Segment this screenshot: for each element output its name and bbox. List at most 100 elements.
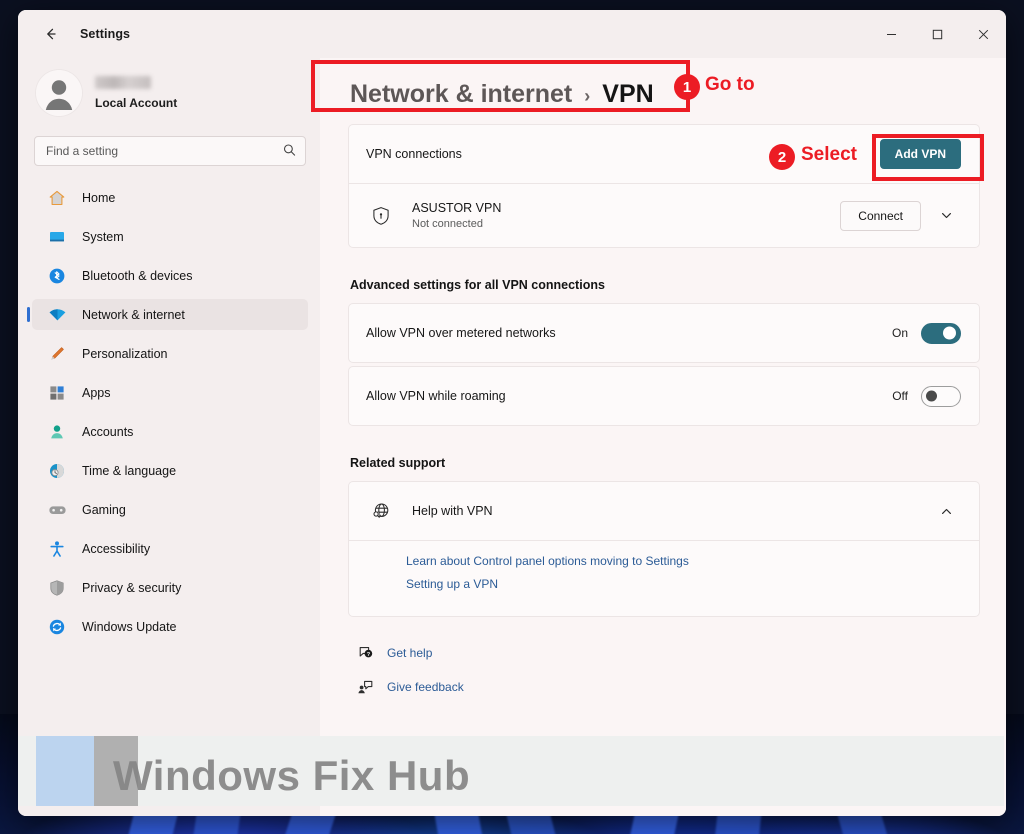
minimize-icon	[886, 33, 896, 35]
sidebar-item-label: Bluetooth & devices	[82, 268, 193, 283]
sidebar-nav: Home System Bluetooth & devices Network …	[27, 180, 308, 642]
breadcrumb-parent[interactable]: Network & internet	[350, 80, 572, 109]
chevron-up-icon[interactable]	[931, 496, 961, 526]
search-box[interactable]	[34, 136, 306, 166]
sidebar-item-privacy-security[interactable]: Privacy & security	[32, 572, 308, 603]
settings-window: Settings Local Account Find a setting Ho…	[18, 10, 1006, 816]
apps-icon	[46, 383, 68, 403]
sidebar-item-label: Gaming	[82, 502, 126, 517]
update-icon	[46, 617, 68, 637]
home-icon	[46, 188, 68, 208]
related-support-links-card: Learn about Control panel options moving…	[348, 540, 980, 617]
add-vpn-button[interactable]: Add VPN	[879, 139, 961, 169]
advanced-setting-row: Allow VPN while roaming Off	[349, 367, 979, 425]
sidebar-item-bluetooth[interactable]: Bluetooth & devices	[32, 260, 308, 291]
chevron-down-icon[interactable]	[931, 201, 961, 231]
sidebar-item-home[interactable]: Home	[32, 182, 308, 213]
link-setting-up-vpn[interactable]: Setting up a VPN	[406, 577, 979, 591]
window-controls	[868, 10, 1006, 58]
annotation-text-select: Select	[801, 144, 857, 165]
sidebar-item-personalization[interactable]: Personalization	[32, 338, 308, 369]
clock-globe-icon	[46, 461, 68, 481]
watermark-blue-block	[36, 736, 94, 806]
brush-icon	[46, 344, 68, 364]
give-feedback-label: Give feedback	[387, 680, 464, 694]
sidebar: Local Account Find a setting Home System…	[18, 58, 320, 816]
sidebar-item-accessibility[interactable]: Accessibility	[32, 533, 308, 564]
allow-vpn-roaming-toggle[interactable]	[921, 385, 961, 407]
breadcrumb-separator-icon: ›	[584, 86, 591, 106]
sidebar-item-accounts[interactable]: Accounts	[32, 416, 308, 447]
sidebar-item-system[interactable]: System	[32, 221, 308, 252]
vpn-connection-card: ASUSTOR VPN Not connected Connect	[348, 183, 980, 248]
minimize-button[interactable]	[868, 10, 914, 58]
bluetooth-icon	[46, 266, 68, 286]
vpn-shield-icon	[366, 205, 396, 227]
desktop: Settings Local Account Find a setting Ho…	[0, 0, 1024, 834]
help-with-vpn-expander[interactable]: Help with VPN	[349, 482, 979, 540]
setting-label: Allow VPN while roaming	[366, 389, 506, 403]
watermark-gray-block	[94, 736, 138, 806]
help-with-vpn-label: Help with VPN	[412, 504, 493, 518]
toggle-wrapper: Off	[892, 385, 961, 407]
get-help-icon: ?	[353, 644, 379, 662]
connect-button[interactable]: Connect	[840, 200, 921, 231]
sidebar-item-label: Accessibility	[82, 541, 151, 556]
sidebar-item-label: Privacy & security	[82, 580, 182, 595]
advanced-setting-metered-card: Allow VPN over metered networks On	[348, 303, 980, 363]
setting-label: Allow VPN over metered networks	[366, 326, 556, 340]
account-type-label: Local Account	[95, 96, 178, 110]
network-icon	[46, 305, 68, 325]
vpn-connections-row: VPN connections Add VPN	[349, 125, 979, 183]
maximize-icon	[932, 29, 942, 39]
give-feedback-link[interactable]: Give feedback	[353, 678, 980, 696]
toggle-state-label: On	[891, 326, 908, 340]
link-control-panel-options[interactable]: Learn about Control panel options moving…	[406, 554, 979, 568]
vpn-connections-label: VPN connections	[366, 147, 462, 161]
sidebar-item-apps[interactable]: Apps	[32, 377, 308, 408]
annotation-badge-1: 1	[674, 74, 700, 100]
main-content: Network & internet › VPN VPN connections…	[320, 58, 1006, 816]
back-button[interactable]	[34, 19, 68, 49]
vpn-connection-row[interactable]: ASUSTOR VPN Not connected Connect	[349, 184, 979, 247]
watermark-strip	[18, 736, 1004, 806]
vpn-connection-name: ASUSTOR VPN	[412, 201, 502, 215]
sidebar-item-label: System	[82, 229, 124, 244]
breadcrumb: Network & internet › VPN	[348, 80, 980, 124]
accounts-icon	[46, 422, 68, 442]
annotation-badge-2: 2	[769, 144, 795, 170]
sidebar-item-gaming[interactable]: Gaming	[32, 494, 308, 525]
sidebar-item-label: Home	[82, 190, 116, 205]
sidebar-item-network-internet[interactable]: Network & internet	[27, 299, 308, 330]
toggle-wrapper: On	[891, 322, 961, 344]
help-with-vpn-card: Help with VPN	[348, 481, 980, 540]
annotation-text-go-to: Go to	[705, 74, 755, 95]
title-bar: Settings	[18, 10, 1006, 58]
get-help-link[interactable]: ? Get help	[353, 644, 980, 662]
vpn-connections-card: VPN connections Add VPN	[348, 124, 980, 183]
sidebar-item-windows-update[interactable]: Windows Update	[32, 611, 308, 642]
search-input[interactable]	[46, 144, 275, 158]
maximize-button[interactable]	[914, 10, 960, 58]
advanced-setting-row: Allow VPN over metered networks On	[349, 304, 979, 362]
svg-text:?: ?	[367, 652, 371, 658]
account-name-redacted	[95, 76, 151, 89]
arrow-left-icon	[47, 28, 56, 40]
accessibility-icon	[46, 539, 68, 559]
sidebar-item-label: Network & internet	[82, 307, 185, 322]
advanced-settings-heading: Advanced settings for all VPN connection…	[350, 278, 605, 292]
sidebar-item-label: Accounts	[82, 424, 134, 439]
close-button[interactable]	[960, 10, 1006, 58]
avatar	[36, 70, 82, 116]
breadcrumb-current: VPN	[602, 80, 654, 108]
get-help-label: Get help	[387, 646, 433, 660]
toggle-state-label: Off	[892, 389, 908, 403]
related-support-heading: Related support	[350, 456, 446, 470]
sidebar-item-time-language[interactable]: Time & language	[32, 455, 308, 486]
account-block[interactable]: Local Account	[32, 58, 308, 132]
allow-vpn-metered-toggle[interactable]	[921, 322, 961, 344]
gamepad-icon	[46, 500, 68, 520]
advanced-setting-roaming-card: Allow VPN while roaming Off	[348, 366, 980, 426]
sidebar-item-label: Personalization	[82, 346, 168, 361]
globe-help-icon	[366, 500, 396, 522]
